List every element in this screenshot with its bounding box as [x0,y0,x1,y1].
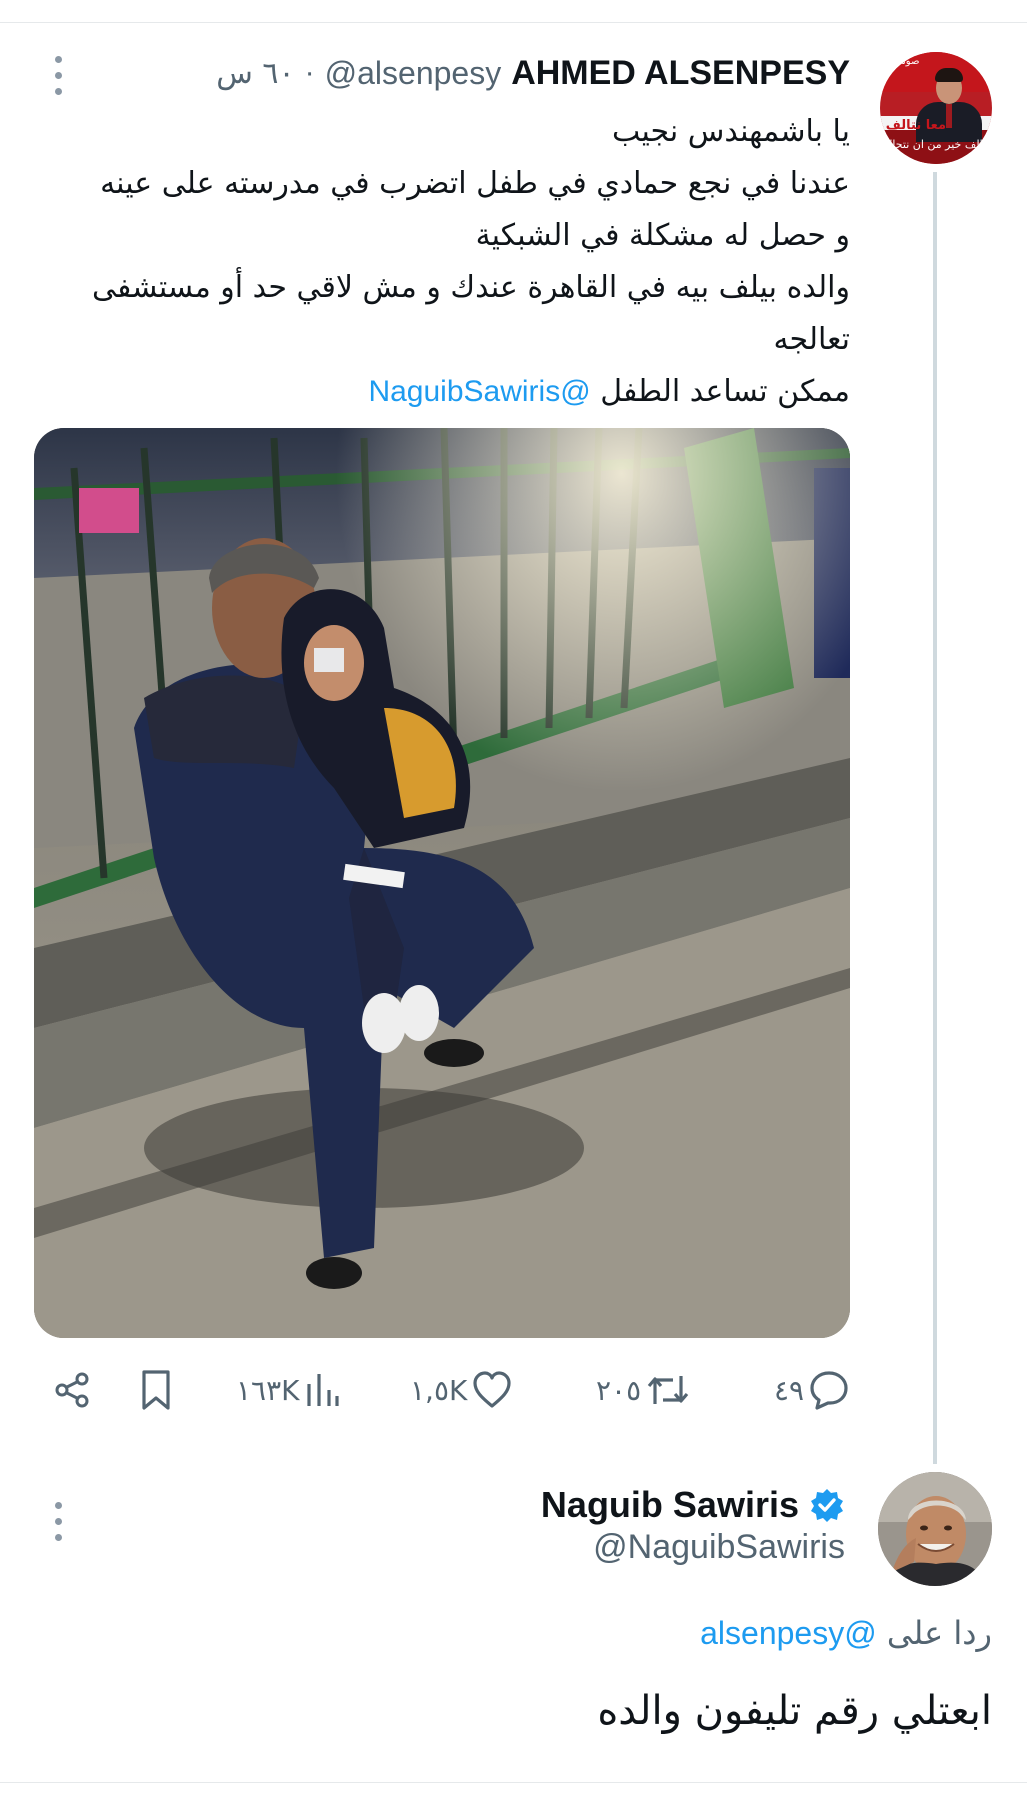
tweet-line: عندنا في نجع حمادي في طفل اتضرب في مدرست… [100,166,850,201]
reply-header: Naguib Sawiris [300,1480,845,1530]
tweet-line: والده بيلف بيه في القاهرة عندك و مش لاقي… [91,270,850,305]
share-icon [55,1372,89,1408]
bookmark-icon [142,1370,170,1410]
tweet-time[interactable]: ٦٠ س [216,56,294,91]
tweet-line: تعالجه [773,322,850,357]
replies-count: ٤٩ [774,1373,805,1407]
tweet-photo[interactable] [34,428,850,1338]
retweet-icon [647,1376,689,1404]
reply-author-avatar[interactable] [878,1472,992,1586]
avatar-photo [878,1472,992,1586]
tweet-line: و حصل له مشكلة في الشبكية [475,218,850,253]
retweet-button[interactable]: ٢٠٥ [596,1358,691,1422]
reply-text: ابعتلي رقم تليفون والده [597,1688,992,1734]
replying-to-handle[interactable]: @alsenpesy [700,1615,877,1651]
tweet-header: ٦٠ س · @alsenpesy AHMED ALSENPESY [150,50,850,96]
reply-more-options-icon[interactable] [51,1502,65,1541]
photo-man-with-child [34,428,850,1338]
author-handle[interactable]: @alsenpesy [325,55,502,92]
time-separator: · [304,56,315,89]
like-button[interactable]: ١,٥K [410,1358,513,1422]
top-divider [0,22,1027,23]
views-icon [307,1374,340,1406]
retweets-count: ٢٠٥ [596,1373,642,1407]
likes-count: ١,٥K [410,1373,468,1407]
share-button[interactable] [52,1358,92,1422]
tweet-line: يا باشمهندس نجيب [611,114,850,149]
thread-line [933,172,937,1464]
author-avatar[interactable]: صوتك معا نتالف تالف خير من ان نتحالف [880,52,992,164]
views-count: ١٦٣K [236,1373,300,1407]
tweet-line-last: ممكن تساعد الطفل @NaguibSawiris [48,366,850,418]
author-name[interactable]: AHMED ALSENPESY [511,54,850,93]
replying-to-label: ردا على [886,1614,992,1652]
reply-button[interactable]: ٤٩ [774,1358,850,1422]
verified-badge-icon [811,1489,843,1522]
mention-link[interactable]: @NaguibSawiris [368,375,590,408]
reply-icon [810,1371,848,1410]
heart-icon [473,1371,511,1408]
reply-author-handle[interactable]: @NaguibSawiris [300,1528,845,1574]
views-button[interactable]: ١٦٣K [236,1358,343,1422]
bookmark-button[interactable] [136,1358,176,1422]
reply-author-name[interactable]: Naguib Sawiris [541,1484,799,1526]
replying-to: ردا على @alsenpesy [200,1614,992,1664]
more-options-icon[interactable] [51,56,65,95]
tweet-text: يا باشمهندس نجيب عندنا في نجع حمادي في ط… [48,106,850,418]
tweet-actions: ١٦٣K ١,٥K ٢٠٥ ٤٩ [0,1358,1027,1422]
tweet-line-text: ممكن تساعد الطفل [600,374,850,409]
bottom-divider [0,1782,1027,1783]
